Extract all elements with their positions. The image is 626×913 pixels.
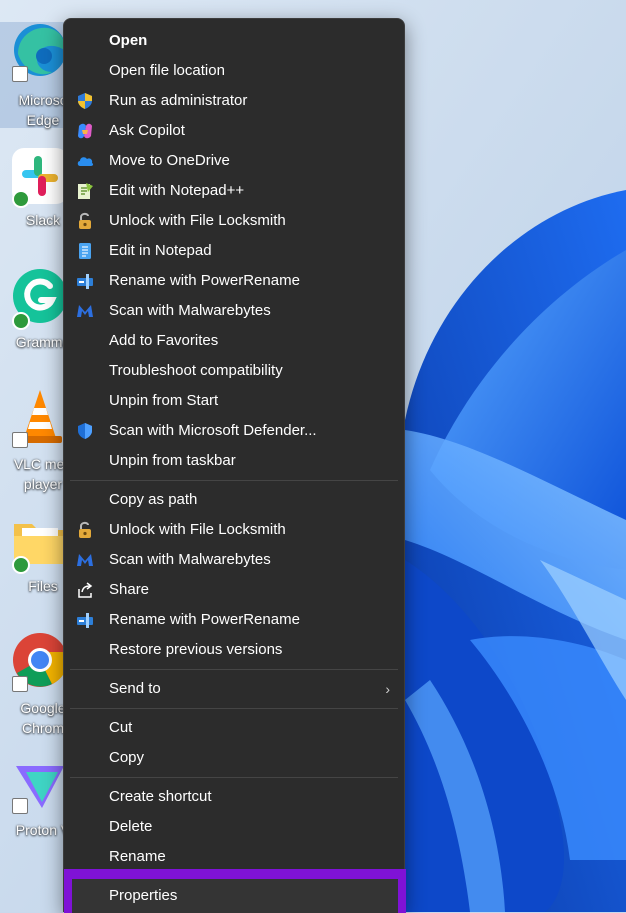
menu-item-label: Share (109, 581, 150, 598)
menu-item-label: Move to OneDrive (109, 152, 230, 169)
menu-item-unlock-with-file-locksmith[interactable]: Unlock with File Locksmith (64, 515, 404, 545)
menu-group-manage: Create shortcut Delete Rename (64, 782, 404, 872)
menu-item-rename-with-powerrename[interactable]: Rename with PowerRename (64, 605, 404, 635)
menu-item-label: Troubleshoot compatibility (109, 362, 283, 379)
sync-status-icon (12, 556, 30, 574)
menu-item-label: Scan with Malwarebytes (109, 551, 271, 568)
menu-item-restore-previous-versions[interactable]: Restore previous versions (64, 635, 404, 665)
menu-group-send-to: Send to › (64, 674, 404, 704)
menu-item-label: Ask Copilot (109, 122, 185, 139)
menu-item-scan-with-microsoft-defender[interactable]: Scan with Microsoft Defender... (64, 416, 404, 446)
menu-item-ask-copilot[interactable]: Ask Copilot (64, 116, 404, 146)
menu-item-label: Unlock with File Locksmith (109, 212, 286, 229)
menu-item-scan-with-malwarebytes[interactable]: Scan with Malwarebytes (64, 545, 404, 575)
menu-item-label: Edit with Notepad++ (109, 182, 245, 199)
menu-item-unpin-from-taskbar[interactable]: Unpin from taskbar (64, 446, 404, 476)
chevron-right-icon: › (385, 681, 390, 697)
shortcut-arrow-icon (12, 432, 28, 448)
menu-item-label: Unpin from taskbar (109, 452, 236, 469)
menu-item-delete[interactable]: Delete (64, 812, 404, 842)
menu-item-open-file-location[interactable]: Open file location (64, 56, 404, 86)
shortcut-arrow-icon (12, 66, 28, 82)
context-menu: Open Open file location Run as administr… (63, 18, 406, 913)
menu-item-label: Rename with PowerRename (109, 611, 300, 628)
menu-item-label: Add to Favorites (109, 332, 219, 349)
menu-item-label: Copy (109, 749, 145, 766)
menu-item-rename-with-powerrename[interactable]: Rename with PowerRename (64, 266, 404, 296)
powerrename-icon (77, 274, 93, 289)
menu-item-copy[interactable]: Copy (64, 743, 404, 773)
onedrive-cloud-icon (77, 157, 94, 166)
sync-status-icon (12, 190, 30, 208)
menu-item-share[interactable]: Share (64, 575, 404, 605)
malwarebytes-icon (77, 554, 93, 566)
menu-item-edit-with-notepad-plus-plus[interactable]: Edit with Notepad++ (64, 176, 404, 206)
shortcut-arrow-icon (12, 676, 28, 692)
menu-item-open[interactable]: Open (64, 26, 404, 56)
menu-group-file-actions: Copy as path Unlock with File Locksmith … (64, 485, 404, 665)
menu-item-label: Run as administrator (109, 92, 248, 109)
share-icon (78, 582, 93, 598)
menu-item-create-shortcut[interactable]: Create shortcut (64, 782, 404, 812)
menu-item-troubleshoot-compatibility[interactable]: Troubleshoot compatibility (64, 356, 404, 386)
menu-item-copy-as-path[interactable]: Copy as path (64, 485, 404, 515)
defender-shield-icon (78, 423, 92, 439)
menu-item-rename[interactable]: Rename (64, 842, 404, 872)
lock-icon (79, 521, 91, 538)
menu-separator (70, 777, 398, 778)
menu-item-label: Unpin from Start (109, 392, 219, 409)
lock-icon (79, 212, 91, 229)
menu-separator (70, 708, 398, 709)
menu-item-properties[interactable]: Properties (72, 879, 398, 913)
menu-item-move-to-onedrive[interactable]: Move to OneDrive (64, 146, 404, 176)
uac-shield-icon (78, 93, 92, 109)
menu-item-unpin-from-start[interactable]: Unpin from Start (64, 386, 404, 416)
menu-item-label: Unlock with File Locksmith (109, 521, 286, 538)
malwarebytes-icon (77, 305, 93, 317)
menu-item-label: Scan with Malwarebytes (109, 302, 271, 319)
menu-item-label: Restore previous versions (109, 641, 283, 658)
menu-item-run-as-administrator[interactable]: Run as administrator (64, 86, 404, 116)
menu-item-add-to-favorites[interactable]: Add to Favorites (64, 326, 404, 356)
shortcut-arrow-icon (12, 798, 28, 814)
menu-item-label: Properties (109, 887, 178, 904)
menu-item-label: Scan with Microsoft Defender... (109, 422, 317, 439)
menu-item-label: Create shortcut (109, 788, 212, 805)
menu-item-label: Rename with PowerRename (109, 272, 300, 289)
menu-item-send-to[interactable]: Send to › (64, 674, 404, 704)
menu-item-scan-with-malwarebytes[interactable]: Scan with Malwarebytes (64, 296, 404, 326)
menu-item-label: Edit in Notepad (109, 242, 212, 259)
powerrename-icon (77, 613, 93, 628)
menu-item-label: Send to (109, 680, 161, 697)
notepad-icon (79, 243, 91, 259)
menu-separator (70, 480, 398, 481)
menu-item-unlock-with-file-locksmith[interactable]: Unlock with File Locksmith (64, 206, 404, 236)
menu-item-label: Copy as path (109, 491, 198, 508)
menu-group-clipboard: Cut Copy (64, 713, 404, 773)
copilot-icon (78, 123, 92, 139)
menu-group-primary: Open Open file location Run as administr… (64, 19, 404, 476)
menu-separator (70, 669, 398, 670)
menu-item-edit-in-notepad[interactable]: Edit in Notepad (64, 236, 404, 266)
menu-item-label: Delete (109, 818, 153, 835)
menu-item-label: Cut (109, 719, 133, 736)
menu-item-label: Open (109, 32, 148, 49)
menu-item-label: Rename (109, 848, 166, 865)
notepad-plus-plus-icon (78, 183, 93, 199)
menu-item-label: Open file location (109, 62, 225, 79)
menu-item-cut[interactable]: Cut (64, 713, 404, 743)
sync-status-icon (12, 312, 30, 330)
